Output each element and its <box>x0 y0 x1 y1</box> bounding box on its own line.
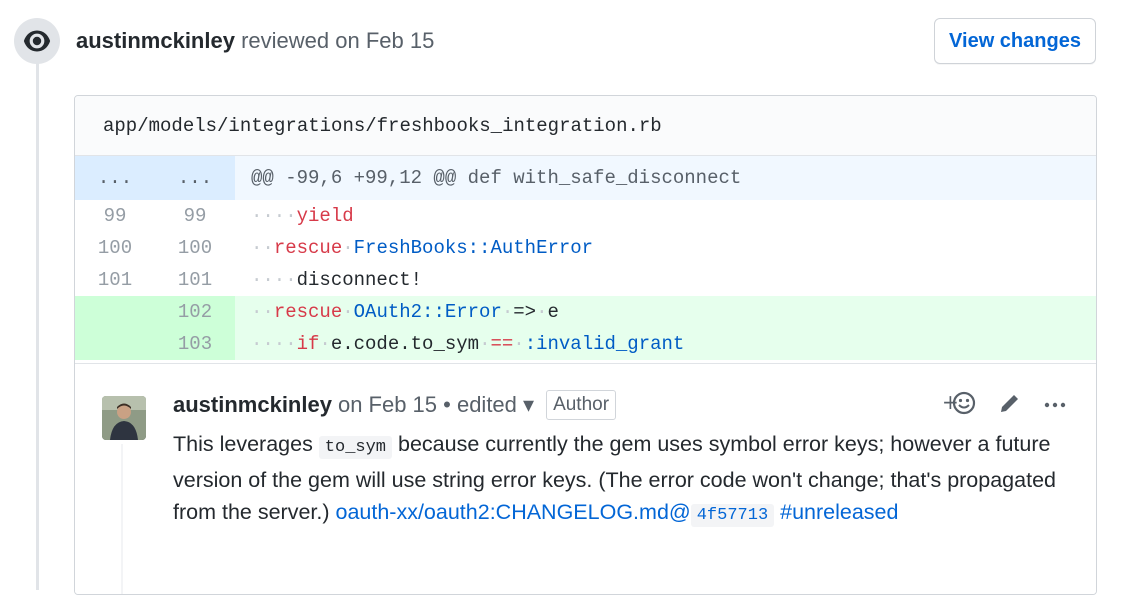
changelog-link[interactable]: oauth-xx/oauth2:CHANGELOG.md@ 4f57713 #un… <box>336 500 898 527</box>
code-token: e.code.to_sym <box>330 333 480 355</box>
thread-line <box>121 444 123 594</box>
code-token: rescue <box>273 237 343 259</box>
code-token: disconnect! <box>296 269 423 291</box>
new-line-number[interactable]: 102 <box>155 296 235 328</box>
review-header: austinmckinley reviewed on Feb 15 <box>76 26 434 56</box>
file-diff: app/models/integrations/freshbooks_integ… <box>74 95 1097 595</box>
inline-code: to_sym <box>318 436 393 459</box>
author-badge: Author <box>546 390 617 420</box>
new-line-number[interactable]: 103 <box>155 328 235 360</box>
kebab-horizontal-icon[interactable] <box>1044 397 1066 415</box>
diff-line-added: 102 ··rescue·OAuth2::Error·=>·e <box>75 296 1096 328</box>
comment-meta[interactable]: on Feb 15 • edited ▾ <box>338 390 534 420</box>
review-comment: austinmckinley on Feb 15 • edited ▾ Auth… <box>75 363 1096 594</box>
link-text[interactable]: oauth-xx/oauth2:CHANGELOG.md@ <box>336 500 691 524</box>
code-token: => <box>513 301 537 323</box>
timeline-line <box>36 60 39 590</box>
diff-line: 100 100 ··rescue·FreshBooks::AuthError <box>75 232 1096 264</box>
review-author[interactable]: austinmckinley <box>76 28 235 53</box>
new-line-number[interactable]: 101 <box>155 264 235 296</box>
old-line-number[interactable]: 100 <box>75 232 155 264</box>
diff-line: 101 101 ····disconnect! <box>75 264 1096 296</box>
review-meta: reviewed on Feb 15 <box>241 28 435 53</box>
hunk-expand-new[interactable]: ... <box>155 156 235 200</box>
old-line-number[interactable]: 99 <box>75 200 155 232</box>
code-token: yield <box>296 205 354 227</box>
hunk-text: @@ -99,6 +99,12 @@ def with_safe_disconn… <box>251 167 742 189</box>
code-line: ··rescue·FreshBooks::AuthError <box>251 237 594 259</box>
diff-hunk-header: ... ... @@ -99,6 +99,12 @@ def with_safe… <box>75 156 1096 200</box>
code-token: OAuth2::Error <box>353 301 502 323</box>
code-line: ····if·e.code.to_sym·==·:invalid_grant <box>251 333 685 355</box>
comment-body: This leverages to_sym because currently … <box>173 428 1073 532</box>
old-line-number[interactable] <box>75 328 155 360</box>
code-token: rescue <box>273 301 343 323</box>
old-line-number[interactable]: 101 <box>75 264 155 296</box>
view-changes-button[interactable]: View changes <box>934 18 1096 64</box>
eye-icon <box>14 18 60 64</box>
code-line: ····disconnect! <box>251 269 423 291</box>
new-line-number[interactable]: 100 <box>155 232 235 264</box>
code-token: :invalid_grant <box>524 333 685 355</box>
code-token: FreshBooks::AuthError <box>353 237 594 259</box>
diff-line-added: 103 ····if·e.code.to_sym·==·:invalid_gra… <box>75 328 1096 360</box>
new-line-number[interactable]: 99 <box>155 200 235 232</box>
comment-text: This leverages <box>173 432 319 456</box>
code-token: if <box>296 333 320 355</box>
comment-header: austinmckinley on Feb 15 • edited ▾ Auth… <box>173 390 617 420</box>
commit-sha[interactable]: 4f57713 <box>690 504 775 527</box>
file-path[interactable]: app/models/integrations/freshbooks_integ… <box>75 96 1096 156</box>
avatar[interactable] <box>102 396 146 440</box>
diff-line: 99 99 ····yield <box>75 200 1096 232</box>
code-token: e <box>547 301 559 323</box>
hunk-expand-old[interactable]: ... <box>75 156 155 200</box>
link-anchor[interactable]: #unreleased <box>774 500 898 524</box>
old-line-number[interactable] <box>75 296 155 328</box>
code-line: ····yield <box>251 205 354 227</box>
add-reaction-icon[interactable]: + <box>942 390 976 421</box>
comment-author[interactable]: austinmckinley <box>173 390 332 420</box>
comment-actions: + <box>942 390 1066 421</box>
code-line: ··rescue·OAuth2::Error·=>·e <box>251 301 559 323</box>
pencil-icon[interactable] <box>998 391 1022 420</box>
code-token: == <box>490 333 514 355</box>
